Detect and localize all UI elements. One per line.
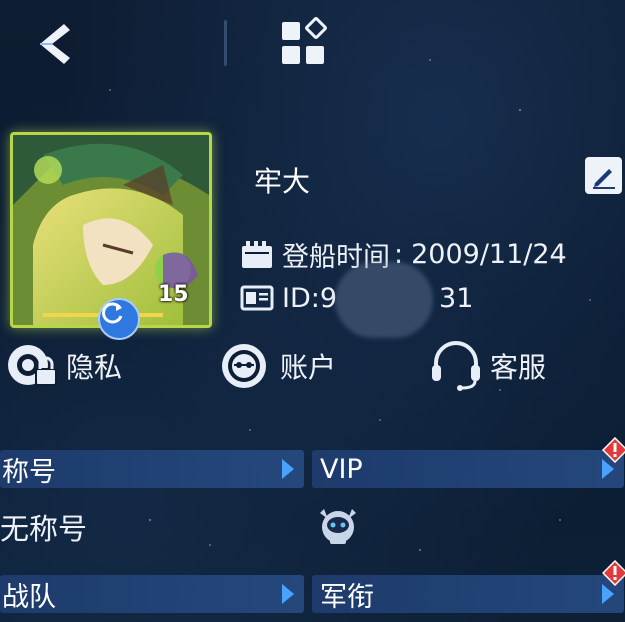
top-bar — [0, 0, 625, 90]
title-arrow-icon — [282, 459, 294, 479]
account-icon — [222, 344, 266, 388]
id-card-icon — [240, 285, 274, 311]
customer-service-label: 客服 — [490, 351, 547, 384]
team-arrow-icon — [282, 584, 294, 604]
team-section-bar[interactable]: 战队 — [0, 575, 304, 613]
title-section-label: 称号 — [2, 456, 56, 488]
vip-section-label: VIP — [320, 453, 363, 485]
calendar-icon — [242, 241, 272, 268]
title-value: 无称号 — [0, 512, 88, 546]
profile-screen: 15 牢大 登船时间 : 2009/11/24 ID:9 31 隐私 账户 客服… — [0, 0, 625, 622]
back-chevron-icon — [40, 24, 70, 64]
vip-section-bar[interactable]: VIP — [312, 450, 624, 488]
title-section-bar[interactable]: 称号 — [0, 450, 304, 488]
back-button[interactable] — [30, 18, 82, 70]
rank-section-label: 军衔 — [320, 581, 374, 613]
id-redaction — [335, 262, 433, 338]
apps-button[interactable] — [278, 16, 332, 70]
customer-service-button[interactable]: 客服 — [428, 340, 546, 392]
edit-pencil-icon — [588, 160, 619, 191]
privacy-lock-icon — [8, 345, 57, 386]
team-section-label: 战队 — [2, 581, 56, 613]
vip-alert-icon — [602, 437, 625, 463]
apps-grid-icon — [282, 17, 327, 64]
avatar[interactable]: 15 — [10, 132, 212, 340]
join-date-value: 2009/11/24 — [411, 238, 567, 270]
headset-icon — [432, 341, 480, 391]
rank-alert-icon — [602, 560, 625, 586]
top-divider — [224, 20, 227, 66]
privacy-button[interactable]: 隐私 — [4, 340, 122, 392]
privacy-label: 隐私 — [66, 351, 123, 384]
account-label: 账户 — [280, 351, 337, 384]
player-id-suffix: 31 — [439, 282, 474, 314]
rank-section-bar[interactable]: 军衔 — [312, 575, 624, 613]
account-button[interactable]: 账户 — [218, 340, 336, 392]
avatar-refresh-button[interactable] — [98, 298, 140, 340]
refresh-icon — [102, 302, 123, 324]
rank-arrow-icon — [602, 584, 614, 604]
mascot-icon — [320, 509, 356, 544]
level-badge: 15 — [158, 282, 189, 307]
player-name: 牢大 — [254, 165, 311, 198]
player-id-label: ID:9 — [282, 282, 338, 314]
edit-name-button[interactable] — [585, 157, 622, 194]
